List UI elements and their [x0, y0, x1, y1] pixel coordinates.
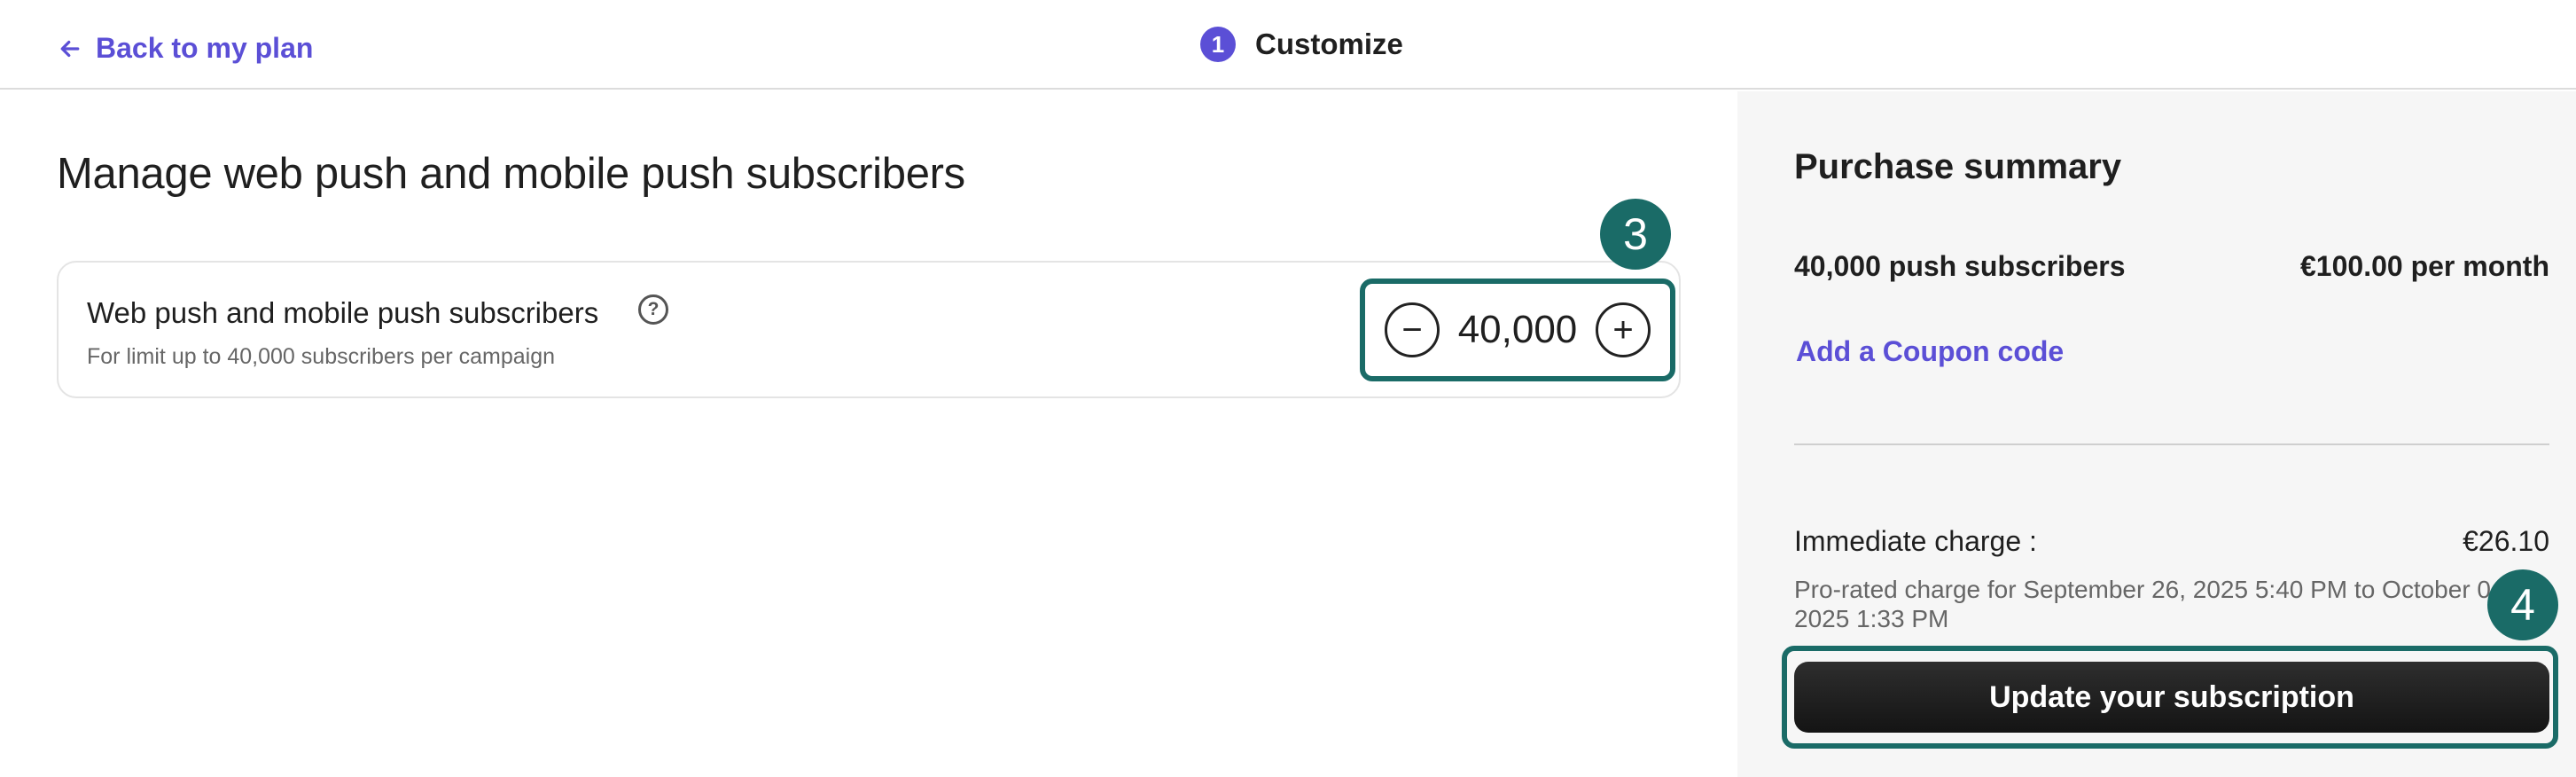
- summary-line-item: 40,000 push subscribers €100.00 per mont…: [1794, 250, 2549, 283]
- annotation-badge-3: 3: [1600, 199, 1671, 270]
- card-title: Web push and mobile push subscribers: [87, 296, 599, 329]
- step-label: Customize: [1255, 27, 1403, 60]
- add-coupon-link[interactable]: Add a Coupon code: [1796, 335, 2064, 368]
- card-subtitle: For limit up to 40,000 subscribers per c…: [87, 344, 556, 369]
- line-item-price: €100.00 per month: [2300, 250, 2549, 282]
- help-icon[interactable]: ?: [638, 294, 668, 325]
- back-link-label: Back to my plan: [96, 32, 314, 64]
- summary-divider: [1794, 443, 2549, 445]
- immediate-charge-label: Immediate charge :: [1794, 525, 2037, 557]
- summary-title: Purchase summary: [1794, 147, 2122, 186]
- arrow-left-icon: [60, 40, 80, 57]
- prorated-note: Pro-rated charge for September 26, 2025 …: [1794, 576, 2512, 632]
- immediate-charge-row: Immediate charge : €26.10: [1794, 525, 2549, 558]
- immediate-charge-value: €26.10: [2463, 525, 2549, 557]
- page-title: Manage web push and mobile push subscrib…: [57, 150, 965, 198]
- top-header: Back to my plan 1 Customize: [0, 0, 2576, 90]
- annotation-badge-4: 4: [2487, 569, 2558, 640]
- quantity-stepper: − 40,000 +: [1360, 279, 1675, 381]
- step-number-badge: 1: [1200, 27, 1236, 62]
- update-subscription-button[interactable]: Update your subscription: [1794, 662, 2549, 733]
- line-item-label: 40,000 push subscribers: [1794, 250, 2126, 282]
- step-indicator: 1 Customize: [1200, 27, 1403, 62]
- increase-button[interactable]: +: [1596, 302, 1651, 357]
- decrease-button[interactable]: −: [1385, 302, 1440, 357]
- back-to-plan-link[interactable]: Back to my plan: [57, 32, 313, 65]
- quantity-value[interactable]: 40,000: [1447, 308, 1589, 352]
